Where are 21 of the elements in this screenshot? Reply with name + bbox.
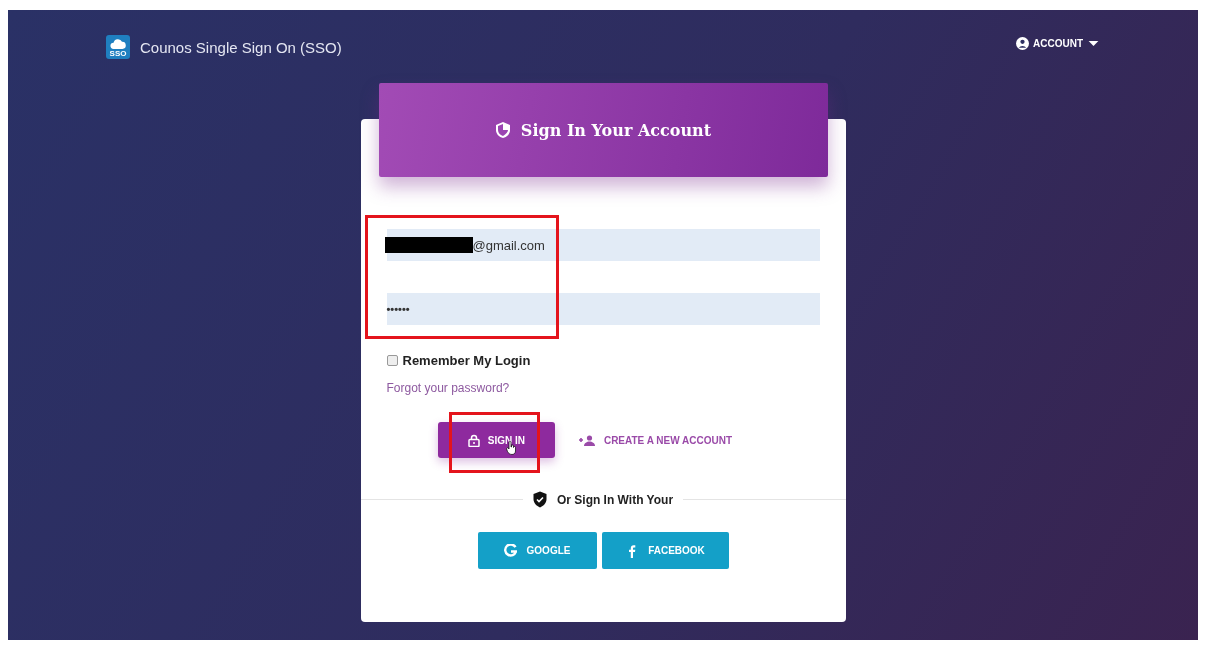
shield-icon bbox=[494, 121, 511, 139]
add-user-icon bbox=[578, 434, 596, 446]
app-title: Counos Single Sign On (SSO) bbox=[140, 38, 342, 56]
shield-check-icon bbox=[532, 491, 547, 508]
email-field[interactable]: @gmail.com bbox=[386, 229, 820, 261]
field-value: •••••• bbox=[386, 303, 410, 315]
field-value: @gmail.com bbox=[472, 237, 545, 253]
lock-icon bbox=[467, 433, 480, 447]
g-letter-icon bbox=[503, 543, 517, 558]
app-logo: SSO bbox=[106, 35, 130, 59]
password-field[interactable]: •••••• bbox=[386, 293, 820, 325]
card-title: Sign In Your Account bbox=[520, 120, 712, 140]
create-account-link[interactable]: CREATE A NEW ACCOUNT bbox=[572, 433, 739, 447]
account-menu[interactable]: ACCOUNT bbox=[1016, 37, 1100, 50]
checkbox[interactable] bbox=[386, 355, 398, 366]
sign-in-button[interactable]: SIGN IN bbox=[437, 422, 555, 458]
forgot-password-link[interactable]: Forgot your password? bbox=[386, 381, 510, 395]
divider-text: Or Sign In With Your bbox=[556, 492, 674, 507]
cloud-icon bbox=[110, 39, 126, 50]
user-icon bbox=[1016, 37, 1029, 50]
checkbox-label: Remember My Login bbox=[402, 353, 531, 368]
